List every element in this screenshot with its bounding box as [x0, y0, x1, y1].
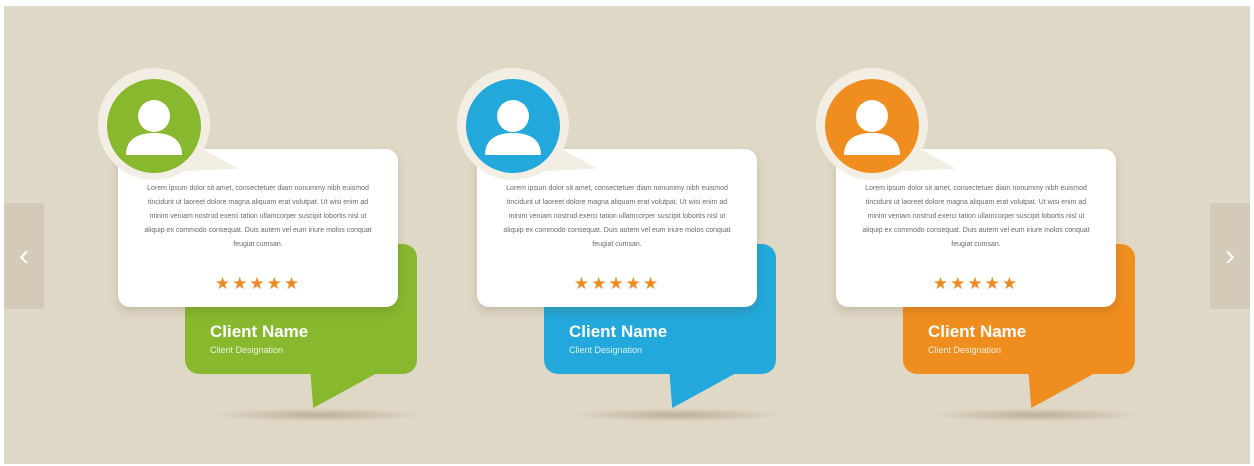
card-shadow	[926, 408, 1146, 422]
client-name: Client Name	[569, 322, 668, 341]
user-icon	[485, 100, 541, 155]
client-name: Client Name	[210, 322, 309, 341]
previous-arrow-button[interactable]: ‹	[4, 203, 44, 309]
user-icon	[126, 100, 182, 155]
star-rating: ★★★★★	[932, 274, 1020, 293]
testimonial-text: Lorem ipsum dolor sit amet, consectetuer…	[862, 185, 1090, 248]
client-designation: Client Designation	[569, 345, 643, 355]
client-designation: Client Designation	[928, 345, 1002, 355]
chevron-right-icon: ›	[1225, 239, 1235, 272]
star-rating: ★★★★★	[214, 274, 302, 293]
card-shadow	[567, 408, 787, 422]
client-name: Client Name	[928, 322, 1027, 341]
star-rating: ★★★★★	[573, 274, 661, 293]
testimonial-slider: ‹ Client Name Client Designation Lorem i…	[4, 6, 1250, 464]
avatar	[107, 79, 201, 173]
testimonial-card: Client Name Client Designation Lorem ips…	[816, 66, 1146, 426]
avatar	[825, 79, 919, 173]
avatar-frame	[816, 68, 928, 180]
client-designation: Client Designation	[210, 345, 284, 355]
avatar-frame	[98, 68, 210, 180]
user-icon	[844, 100, 900, 155]
chevron-left-icon: ‹	[19, 239, 29, 272]
avatar-frame	[457, 68, 569, 180]
avatar	[466, 79, 560, 173]
testimonial-card: Client Name Client Designation Lorem ips…	[98, 66, 428, 426]
card-shadow	[208, 408, 428, 422]
testimonial-text: Lorem ipsum dolor sit amet, consectetuer…	[144, 185, 372, 248]
next-arrow-button[interactable]: ›	[1210, 203, 1250, 309]
testimonial-text: Lorem ipsum dolor sit amet, consectetuer…	[503, 185, 731, 248]
testimonial-card: Client Name Client Designation Lorem ips…	[457, 66, 787, 426]
